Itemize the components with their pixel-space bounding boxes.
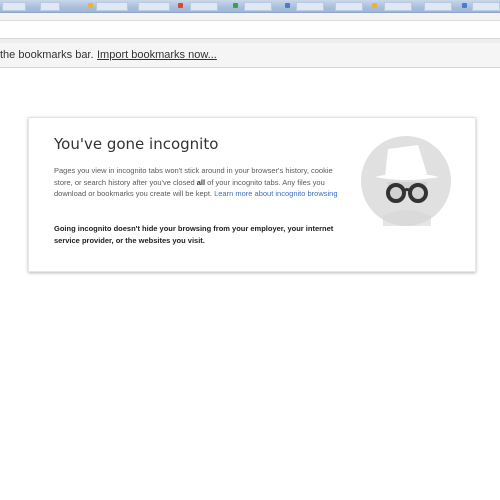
tab[interactable] bbox=[296, 2, 324, 11]
tab-favicon bbox=[285, 3, 290, 8]
incognito-spy-icon bbox=[361, 136, 451, 226]
tab-favicon bbox=[88, 3, 93, 8]
tab[interactable] bbox=[190, 2, 218, 11]
tab[interactable] bbox=[424, 2, 452, 11]
tab-favicon bbox=[178, 3, 183, 8]
bookmarks-bar: the bookmarks bar. Import bookmarks now.… bbox=[0, 43, 500, 68]
tab[interactable] bbox=[335, 2, 363, 11]
learn-more-link[interactable]: Learn more about incognito browsing bbox=[214, 189, 337, 198]
tab[interactable] bbox=[472, 2, 500, 11]
tab[interactable] bbox=[2, 2, 26, 11]
page-title: You've gone incognito bbox=[54, 135, 219, 153]
tab[interactable] bbox=[384, 2, 412, 11]
tab[interactable] bbox=[96, 2, 128, 11]
incognito-card: You've gone incognito Pages you view in … bbox=[28, 117, 476, 272]
tab[interactable] bbox=[40, 2, 60, 11]
description-emphasis: all bbox=[196, 177, 206, 187]
import-bookmarks-link[interactable]: Import bookmarks now... bbox=[97, 43, 217, 67]
address-area bbox=[0, 21, 500, 38]
toolbar bbox=[0, 13, 500, 21]
incognito-warning: Going incognito doesn't hide your browsi… bbox=[54, 224, 334, 245]
tab-favicon bbox=[372, 3, 377, 8]
tab-strip bbox=[0, 0, 500, 13]
incognito-description: Pages you view in incognito tabs won't s… bbox=[54, 165, 350, 200]
tab[interactable] bbox=[138, 2, 170, 11]
tab-favicon bbox=[462, 3, 467, 8]
bookmarks-bar-message: the bookmarks bar. bbox=[0, 49, 94, 61]
browser-window: the bookmarks bar. Import bookmarks now.… bbox=[0, 0, 500, 500]
tab-favicon bbox=[233, 3, 238, 8]
tab[interactable] bbox=[244, 2, 272, 11]
